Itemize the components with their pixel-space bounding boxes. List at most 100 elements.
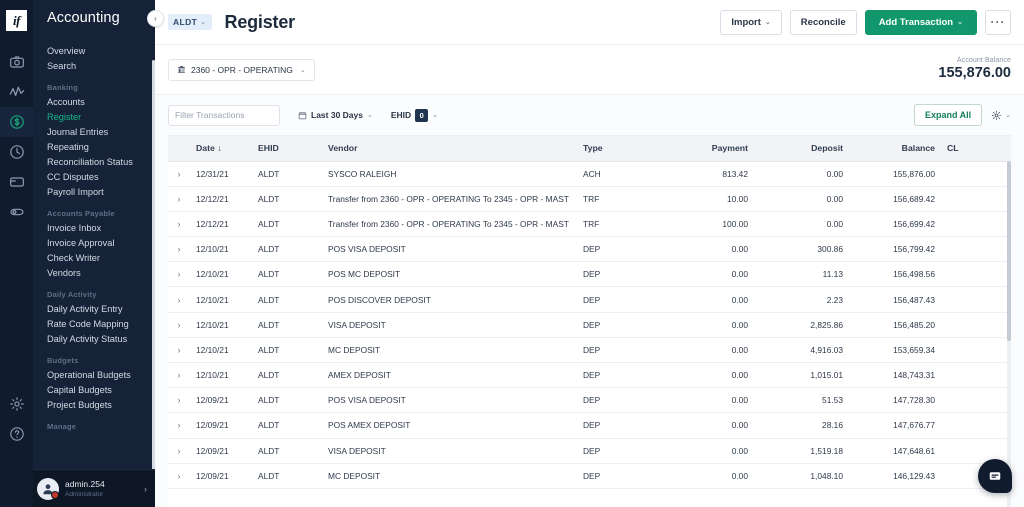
sidebar-nav: Accounting ‹ Overview Search Banking Acc… [33,0,155,507]
ehid-filter[interactable]: EHID 0 ⌄ [391,109,438,122]
sidebar-item-reconciliation-status[interactable]: Reconciliation Status [33,155,155,170]
cell-cl [941,463,981,488]
table-row[interactable]: ›12/12/21ALDTTransfer from 2360 - OPR - … [168,211,1011,236]
cell-balance: 147,648.61 [849,438,941,463]
sidebar-item-daily-activity-entry[interactable]: Daily Activity Entry [33,302,155,317]
column-date[interactable]: Date ↓ [190,136,252,161]
expand-row-icon[interactable]: › [168,211,190,236]
sidebar-item-cc-disputes[interactable]: CC Disputes [33,170,155,185]
help-icon[interactable] [0,421,33,451]
expand-row-icon[interactable]: › [168,337,190,362]
chevron-right-icon[interactable]: › [144,484,147,494]
gear-icon[interactable] [0,391,33,421]
sidebar-item-repeating[interactable]: Repeating [33,140,155,155]
clock-icon[interactable] [0,137,33,167]
sidebar-group-budgets: Budgets [33,356,155,368]
sidebar-item-rate-code-mapping[interactable]: Rate Code Mapping [33,317,155,332]
activity-icon[interactable] [0,77,33,107]
cell-cl [941,186,981,211]
expand-row-icon[interactable]: › [168,262,190,287]
chat-icon [988,469,1002,483]
table-row[interactable]: ›12/12/21ALDTTransfer from 2360 - OPR - … [168,186,1011,211]
sidebar-item-journal-entries[interactable]: Journal Entries [33,125,155,140]
cell-balance: 156,487.43 [849,287,941,312]
reconcile-button[interactable]: Reconcile [790,10,857,35]
expand-row-icon[interactable]: › [168,463,190,488]
column-vendor[interactable]: Vendor [322,136,577,161]
account-selector[interactable]: 2360 - OPR - OPERATING ⌄ [168,59,315,81]
sidebar-item-search[interactable]: Search [33,59,155,74]
table-row[interactable]: ›12/10/21ALDTPOS VISA DEPOSITDEP0.00300.… [168,237,1011,262]
add-transaction-button[interactable]: Add Transaction ⌄ [865,10,977,35]
expand-row-icon[interactable]: › [168,287,190,312]
expand-row-icon[interactable]: › [168,363,190,388]
chat-support-button[interactable] [978,459,1012,493]
card-icon[interactable] [0,167,33,197]
account-balance-label: Account Balance [938,57,1011,64]
cell-payment: 813.42 [649,161,754,186]
cell-cl [941,337,981,362]
sidebar-item-register[interactable]: Register [33,110,155,125]
cell-deposit: 2.23 [754,287,849,312]
expand-row-icon[interactable]: › [168,237,190,262]
expand-row-icon[interactable]: › [168,312,190,337]
table-row[interactable]: ›12/10/21ALDTPOS MC DEPOSITDEP0.0011.131… [168,262,1011,287]
sidebar-item-operational-budgets[interactable]: Operational Budgets [33,368,155,383]
bank-icon [177,65,186,74]
cell-ehid: ALDT [252,237,322,262]
sidebar-item-invoice-approval[interactable]: Invoice Approval [33,236,155,251]
camera-icon[interactable] [0,47,33,77]
column-deposit[interactable]: Deposit [754,136,849,161]
table-row[interactable]: ›12/10/21ALDTAMEX DEPOSITDEP0.001,015.01… [168,363,1011,388]
sidebar-item-vendors[interactable]: Vendors [33,266,155,281]
column-type[interactable]: Type [577,136,649,161]
sidebar-item-invoice-inbox[interactable]: Invoice Inbox [33,221,155,236]
search-input[interactable] [168,105,280,126]
user-account-row[interactable]: admin.254 Administrator › [33,469,155,507]
column-ehid[interactable]: EHID [252,136,322,161]
table-row[interactable]: ›12/31/21ALDTSYSCO RALEIGHACH813.420.001… [168,161,1011,186]
table-row[interactable]: ›12/10/21ALDTMC DEPOSITDEP0.004,916.0315… [168,337,1011,362]
cell-vendor: Transfer from 2360 - OPR - OPERATING To … [322,211,577,236]
table-row[interactable]: ›12/09/21ALDTPOS AMEX DEPOSITDEP0.0028.1… [168,413,1011,438]
sidebar-item-project-budgets[interactable]: Project Budgets [33,398,155,413]
column-payment[interactable]: Payment [649,136,754,161]
more-options-button[interactable]: ··· [985,10,1011,35]
expand-row-icon[interactable]: › [168,413,190,438]
table-settings-button[interactable]: ⌄ [991,110,1011,121]
table-scrollbar[interactable] [1007,161,1011,507]
table-row[interactable]: ›12/10/21ALDTVISA DEPOSITDEP0.002,825.86… [168,312,1011,337]
filter-bar: Last 30 Days ⌄ EHID 0 ⌄ Expand All ⌄ [155,95,1024,135]
import-button-label: Import [731,17,761,28]
cell-deposit: 1,048.10 [754,463,849,488]
date-range-filter[interactable]: Last 30 Days ⌄ [298,110,373,120]
account-bar: 2360 - OPR - OPERATING ⌄ Account Balance… [155,45,1024,95]
cell-balance: 153,659.34 [849,337,941,362]
import-button[interactable]: Import ⌄ [720,10,781,35]
sidebar-item-accounting[interactable] [0,107,33,137]
table-row[interactable]: ›12/09/21ALDTVISA DEPOSITDEP0.001,519.18… [168,438,1011,463]
table-row[interactable]: ›12/10/21ALDTPOS DISCOVER DEPOSITDEP0.00… [168,287,1011,312]
sidebar-item-capital-budgets[interactable]: Capital Budgets [33,383,155,398]
expand-row-icon[interactable]: › [168,186,190,211]
expand-row-icon[interactable]: › [168,388,190,413]
cell-ehid: ALDT [252,337,322,362]
expand-all-button[interactable]: Expand All [914,104,982,126]
sidebar-item-check-writer[interactable]: Check Writer [33,251,155,266]
table-row[interactable]: ›12/09/21ALDTMC DEPOSITDEP0.001,048.1014… [168,463,1011,488]
sidebar-item-accounts[interactable]: Accounts [33,95,155,110]
sidebar-item-overview[interactable]: Overview [33,44,155,59]
cell-balance: 156,498.56 [849,262,941,287]
expand-row-icon[interactable]: › [168,438,190,463]
column-balance[interactable]: Balance [849,136,941,161]
cell-vendor: POS MC DEPOSIT [322,262,577,287]
column-cl[interactable]: CL [941,136,981,161]
expand-row-icon[interactable]: › [168,161,190,186]
sidebar-item-daily-activity-status[interactable]: Daily Activity Status [33,332,155,347]
entity-selector[interactable]: ALDT ⌄ [168,14,212,30]
tag-icon[interactable] [0,197,33,227]
sidebar-item-payroll-import[interactable]: Payroll Import [33,185,155,200]
table-row[interactable]: ›12/09/21ALDTPOS VISA DEPOSITDEP0.0051.5… [168,388,1011,413]
sidebar-collapse-button[interactable]: ‹ [147,10,164,27]
cell-vendor: POS AMEX DEPOSIT [322,413,577,438]
